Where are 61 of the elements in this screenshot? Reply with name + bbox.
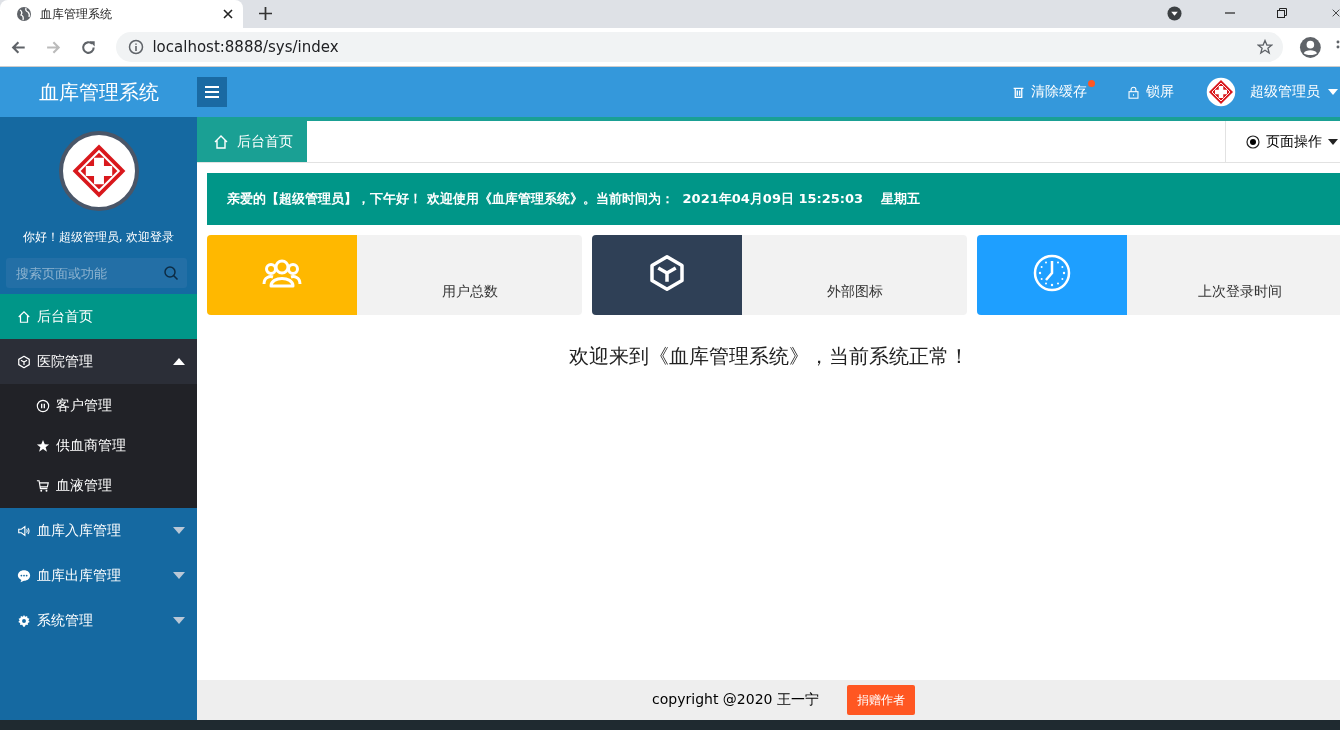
pause-icon	[36, 399, 50, 413]
settings-icon	[17, 613, 31, 628]
stat-label: 上次登录时间	[1197, 283, 1282, 301]
globe-icon	[16, 6, 32, 22]
menu-item[interactable]: 血库入库管理	[0, 508, 197, 553]
search-icon[interactable]	[163, 265, 179, 281]
bookmark-star-icon[interactable]	[1257, 39, 1274, 55]
address-bar[interactable]: localhost:8888/sys/index	[116, 32, 1284, 62]
search-field[interactable]: 搜索页面或功能	[6, 258, 187, 288]
menu-icon	[205, 86, 219, 98]
home-icon	[213, 133, 229, 150]
cart-icon	[36, 479, 50, 493]
header-action[interactable]: 清除缓存	[1012, 83, 1087, 101]
menu-item[interactable]: 血库出库管理	[0, 553, 197, 598]
speaker-icon	[17, 523, 31, 538]
status-message: 欢迎来到《血库管理系统》，当前系统正常！	[567, 343, 970, 370]
account-icon[interactable]	[1299, 35, 1323, 59]
submenu-item[interactable]: 客户管理	[0, 386, 197, 426]
page-actions-dropdown[interactable]: 页面操作	[1225, 121, 1340, 162]
copyright-text: copyright @2020 王一宁	[652, 691, 819, 709]
greeting-text: 你好！超级管理员, 欢迎登录	[21, 229, 176, 246]
close-icon[interactable]	[1332, 7, 1340, 19]
caret-icon	[1328, 138, 1338, 145]
clock-icon	[1032, 253, 1072, 293]
user-menu[interactable]: 超级管理员	[1206, 77, 1338, 107]
hospital-logo	[1206, 77, 1236, 107]
menu-item[interactable]: 后台首页	[0, 294, 197, 339]
radio-dot-icon	[1246, 134, 1260, 149]
url-text: localhost:8888/sys/index	[152, 38, 340, 56]
lock-icon	[1127, 85, 1140, 99]
chat-icon	[17, 568, 31, 583]
caret-icon	[173, 617, 185, 624]
profile-dropdown-icon[interactable]	[1167, 6, 1182, 21]
tab-title: 血库管理系统	[40, 5, 113, 23]
welcome-banner: 亲爱的【超级管理员】，下午好！ 欢迎使用《血库管理系统》。当前时间为： 2021年04月09日 15:25:03 星期五	[207, 173, 1340, 225]
stat-label: 用户总数	[441, 283, 498, 301]
menu-item[interactable]: 系统管理	[0, 598, 197, 643]
browser-tab[interactable]: 血库管理系统	[0, 0, 243, 28]
cube-icon	[17, 354, 31, 369]
submenu-item[interactable]: 供血商管理	[0, 426, 197, 466]
close-icon[interactable]	[223, 9, 233, 19]
caret-icon	[173, 572, 185, 579]
new-tab-icon[interactable]	[259, 7, 272, 20]
restore-icon[interactable]	[1276, 7, 1288, 19]
donate-button[interactable]: 捐赠作者	[846, 685, 915, 715]
page-tab[interactable]: 后台首页	[197, 121, 307, 162]
caret-icon	[173, 358, 185, 365]
header-action[interactable]: 锁屏	[1127, 83, 1174, 101]
caret-icon	[1328, 89, 1338, 95]
reload-icon[interactable]	[79, 38, 97, 56]
info-icon	[128, 39, 145, 55]
app-title: 血库管理系统	[38, 78, 159, 106]
cube-icon	[647, 253, 687, 293]
menu-toggle-button[interactable]	[197, 77, 227, 107]
submenu-item[interactable]: 血液管理	[0, 466, 197, 506]
home-icon	[17, 309, 31, 324]
star-icon	[36, 439, 50, 453]
trash-icon	[1012, 85, 1025, 99]
menu-item[interactable]: 医院管理	[0, 339, 197, 384]
stat-label: 外部图标	[826, 283, 883, 301]
caret-icon	[173, 527, 185, 534]
